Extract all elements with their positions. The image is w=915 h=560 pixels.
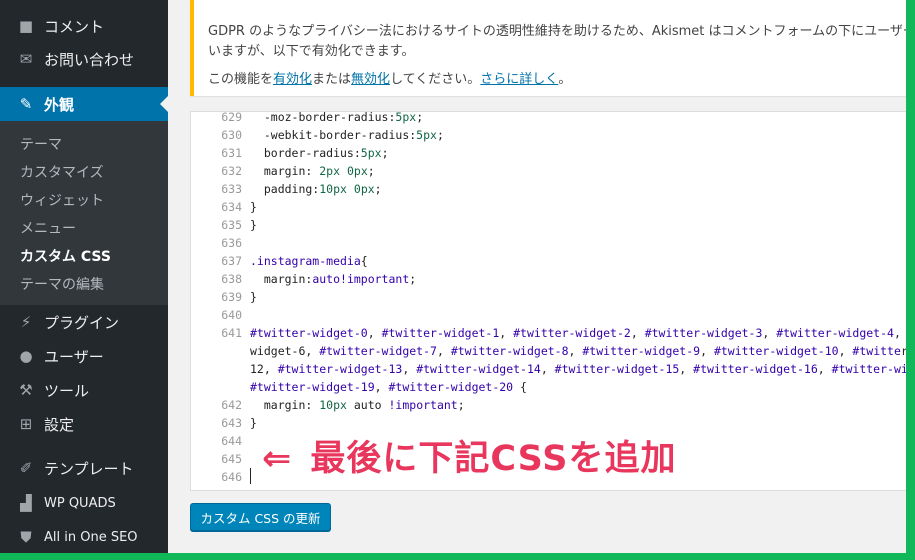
menu-item-label: ユーザー [44, 347, 104, 366]
settings-icon: ⊞ [19, 415, 33, 433]
code-line: } [250, 416, 257, 430]
notice-text-line2: いますが、以下で有効化できます。 [208, 44, 415, 59]
line-number: 641 [221, 326, 242, 340]
left-arrow-icon: ⇐ [262, 439, 293, 479]
submenu-item-widgets[interactable]: ウィジェット [20, 190, 104, 210]
notice-text: または [312, 72, 352, 87]
line-number: 630 [221, 128, 242, 142]
line-number: 640 [221, 308, 242, 322]
menu-item-settings[interactable]: ⊞ 設定 [0, 407, 168, 441]
admin-screen: ■ コメント ✉ お問い合わせ ✎ 外観 テーマ カスタマイズ ウィジェット メ… [0, 0, 906, 553]
appearance-submenu: テーマ カスタマイズ ウィジェット メニュー カスタム CSS テーマの編集 [0, 121, 168, 305]
disable-link[interactable]: 無効化 [351, 72, 390, 87]
line-number: 644 [221, 434, 242, 448]
comment-icon: ■ [18, 17, 34, 35]
menu-item-label: 設定 [44, 415, 75, 434]
callout-text: 最後に下記CSSを追加 [310, 439, 677, 479]
line-number: 629 [221, 111, 242, 124]
menu-item-label: All in One SEO [44, 529, 138, 545]
submenu-item-menus[interactable]: メニュー [20, 218, 76, 238]
code-line: } [250, 200, 257, 214]
line-number [191, 378, 242, 396]
submenu-item-themes[interactable]: テーマ [20, 134, 62, 154]
code-line: } [250, 218, 257, 232]
line-number: 636 [221, 236, 242, 250]
line-number: 634 [221, 200, 242, 214]
code-line: border-radius:5px; [250, 146, 389, 160]
menu-item-users[interactable]: ● ユーザー [0, 339, 168, 373]
admin-sidebar: ■ コメント ✉ お問い合わせ ✎ 外観 テーマ カスタマイズ ウィジェット メ… [0, 0, 168, 553]
learn-more-link[interactable]: さらに詳しく [480, 72, 558, 87]
line-number: 635 [221, 218, 242, 232]
pen-icon: ✐ [19, 459, 33, 477]
submenu-item-theme-editor[interactable]: テーマの編集 [20, 274, 104, 294]
submenu-item-custom-css[interactable]: カスタム CSS [20, 246, 111, 266]
code-line: margin: 2px 0px; [250, 164, 375, 178]
user-icon: ● [19, 347, 33, 365]
menu-item-appearance[interactable]: ✎ 外観 [0, 87, 168, 121]
enable-link[interactable]: 有効化 [273, 72, 312, 87]
menu-item-label: ツール [44, 381, 90, 400]
paintbrush-icon: ✎ [19, 95, 33, 113]
menu-item-label: WP QUADS [44, 495, 116, 511]
line-number [191, 360, 242, 378]
line-number: 638 [221, 272, 242, 286]
line-number: 633 [221, 182, 242, 196]
code-line: widget-6, #twitter-widget-7, #twitter-wi… [250, 344, 906, 358]
menu-item-label: 外観 [44, 95, 75, 114]
wrench-icon: ⚒ [19, 381, 33, 399]
line-number: 643 [221, 416, 242, 430]
mail-icon: ✉ [19, 50, 33, 68]
menu-item-tools[interactable]: ⚒ ツール [0, 373, 168, 407]
notice-text: してください。 [390, 72, 481, 87]
menu-item-label: テンプレート [44, 459, 134, 478]
shield-icon: ⛊ [20, 528, 32, 546]
notice-text: この機能を [208, 72, 274, 87]
line-number: 637 [221, 254, 242, 268]
code-line: .instagram-media{ [250, 254, 368, 268]
notice-text: 。 [558, 72, 572, 87]
menu-item-contact[interactable]: ✉ お問い合わせ [0, 42, 168, 76]
code-line: margin: 10px auto !important; [250, 398, 465, 412]
menu-item-templates[interactable]: ✐ テンプレート [0, 451, 168, 485]
code-line: -moz-border-radius:5px; [250, 111, 424, 124]
menu-item-label: お問い合わせ [44, 50, 135, 69]
menu-item-all-in-one-seo[interactable]: ⛊ All in One SEO [0, 520, 168, 553]
code-line: } [250, 290, 257, 304]
code-line: -webkit-border-radius:5px; [250, 128, 444, 142]
notice-text-line1: GDPR のようなプライバシー法におけるサイトの透明性維持を助けるため、Akis… [208, 24, 906, 39]
line-number: 642 [221, 398, 242, 412]
menu-item-label: コメント [44, 17, 105, 36]
code-line: padding:10px 0px; [250, 182, 382, 196]
line-number: 639 [221, 290, 242, 304]
line-number: 646 [221, 470, 242, 484]
menu-item-wp-quads[interactable]: ▟ WP QUADS [0, 486, 168, 520]
submenu-item-customize[interactable]: カスタマイズ [20, 162, 104, 182]
akismet-notice: GDPR のようなプライバシー法におけるサイトの透明性維持を助けるため、Akis… [190, 0, 906, 96]
plugin-icon: ⚡ [20, 313, 32, 331]
menu-item-plugins[interactable]: ⚡ プラグイン [0, 305, 168, 339]
code-line: 12, #twitter-widget-13, #twitter-widget-… [250, 362, 906, 376]
code-line: #twitter-widget-19, #twitter-widget-20 { [250, 380, 527, 394]
line-number: 645 [221, 452, 242, 466]
update-custom-css-button[interactable]: カスタム CSS の更新 [190, 503, 331, 531]
line-number: 632 [221, 164, 242, 178]
bar-chart-icon: ▟ [20, 494, 32, 512]
code-line: #twitter-widget-0, #twitter-widget-1, #t… [250, 326, 901, 340]
annotation-callout: ⇐ 最後に下記CSSを追加 [262, 430, 677, 481]
menu-item-label: プラグイン [44, 313, 120, 332]
notice-text-line3: この機能を有効化または無効化してください。さらに詳しく。 [208, 68, 571, 87]
line-number [191, 342, 242, 360]
line-number: 631 [221, 146, 242, 160]
code-line: margin:auto!important; [250, 272, 417, 286]
menu-item-comments[interactable]: ■ コメント [0, 9, 168, 43]
text-cursor [250, 468, 251, 484]
